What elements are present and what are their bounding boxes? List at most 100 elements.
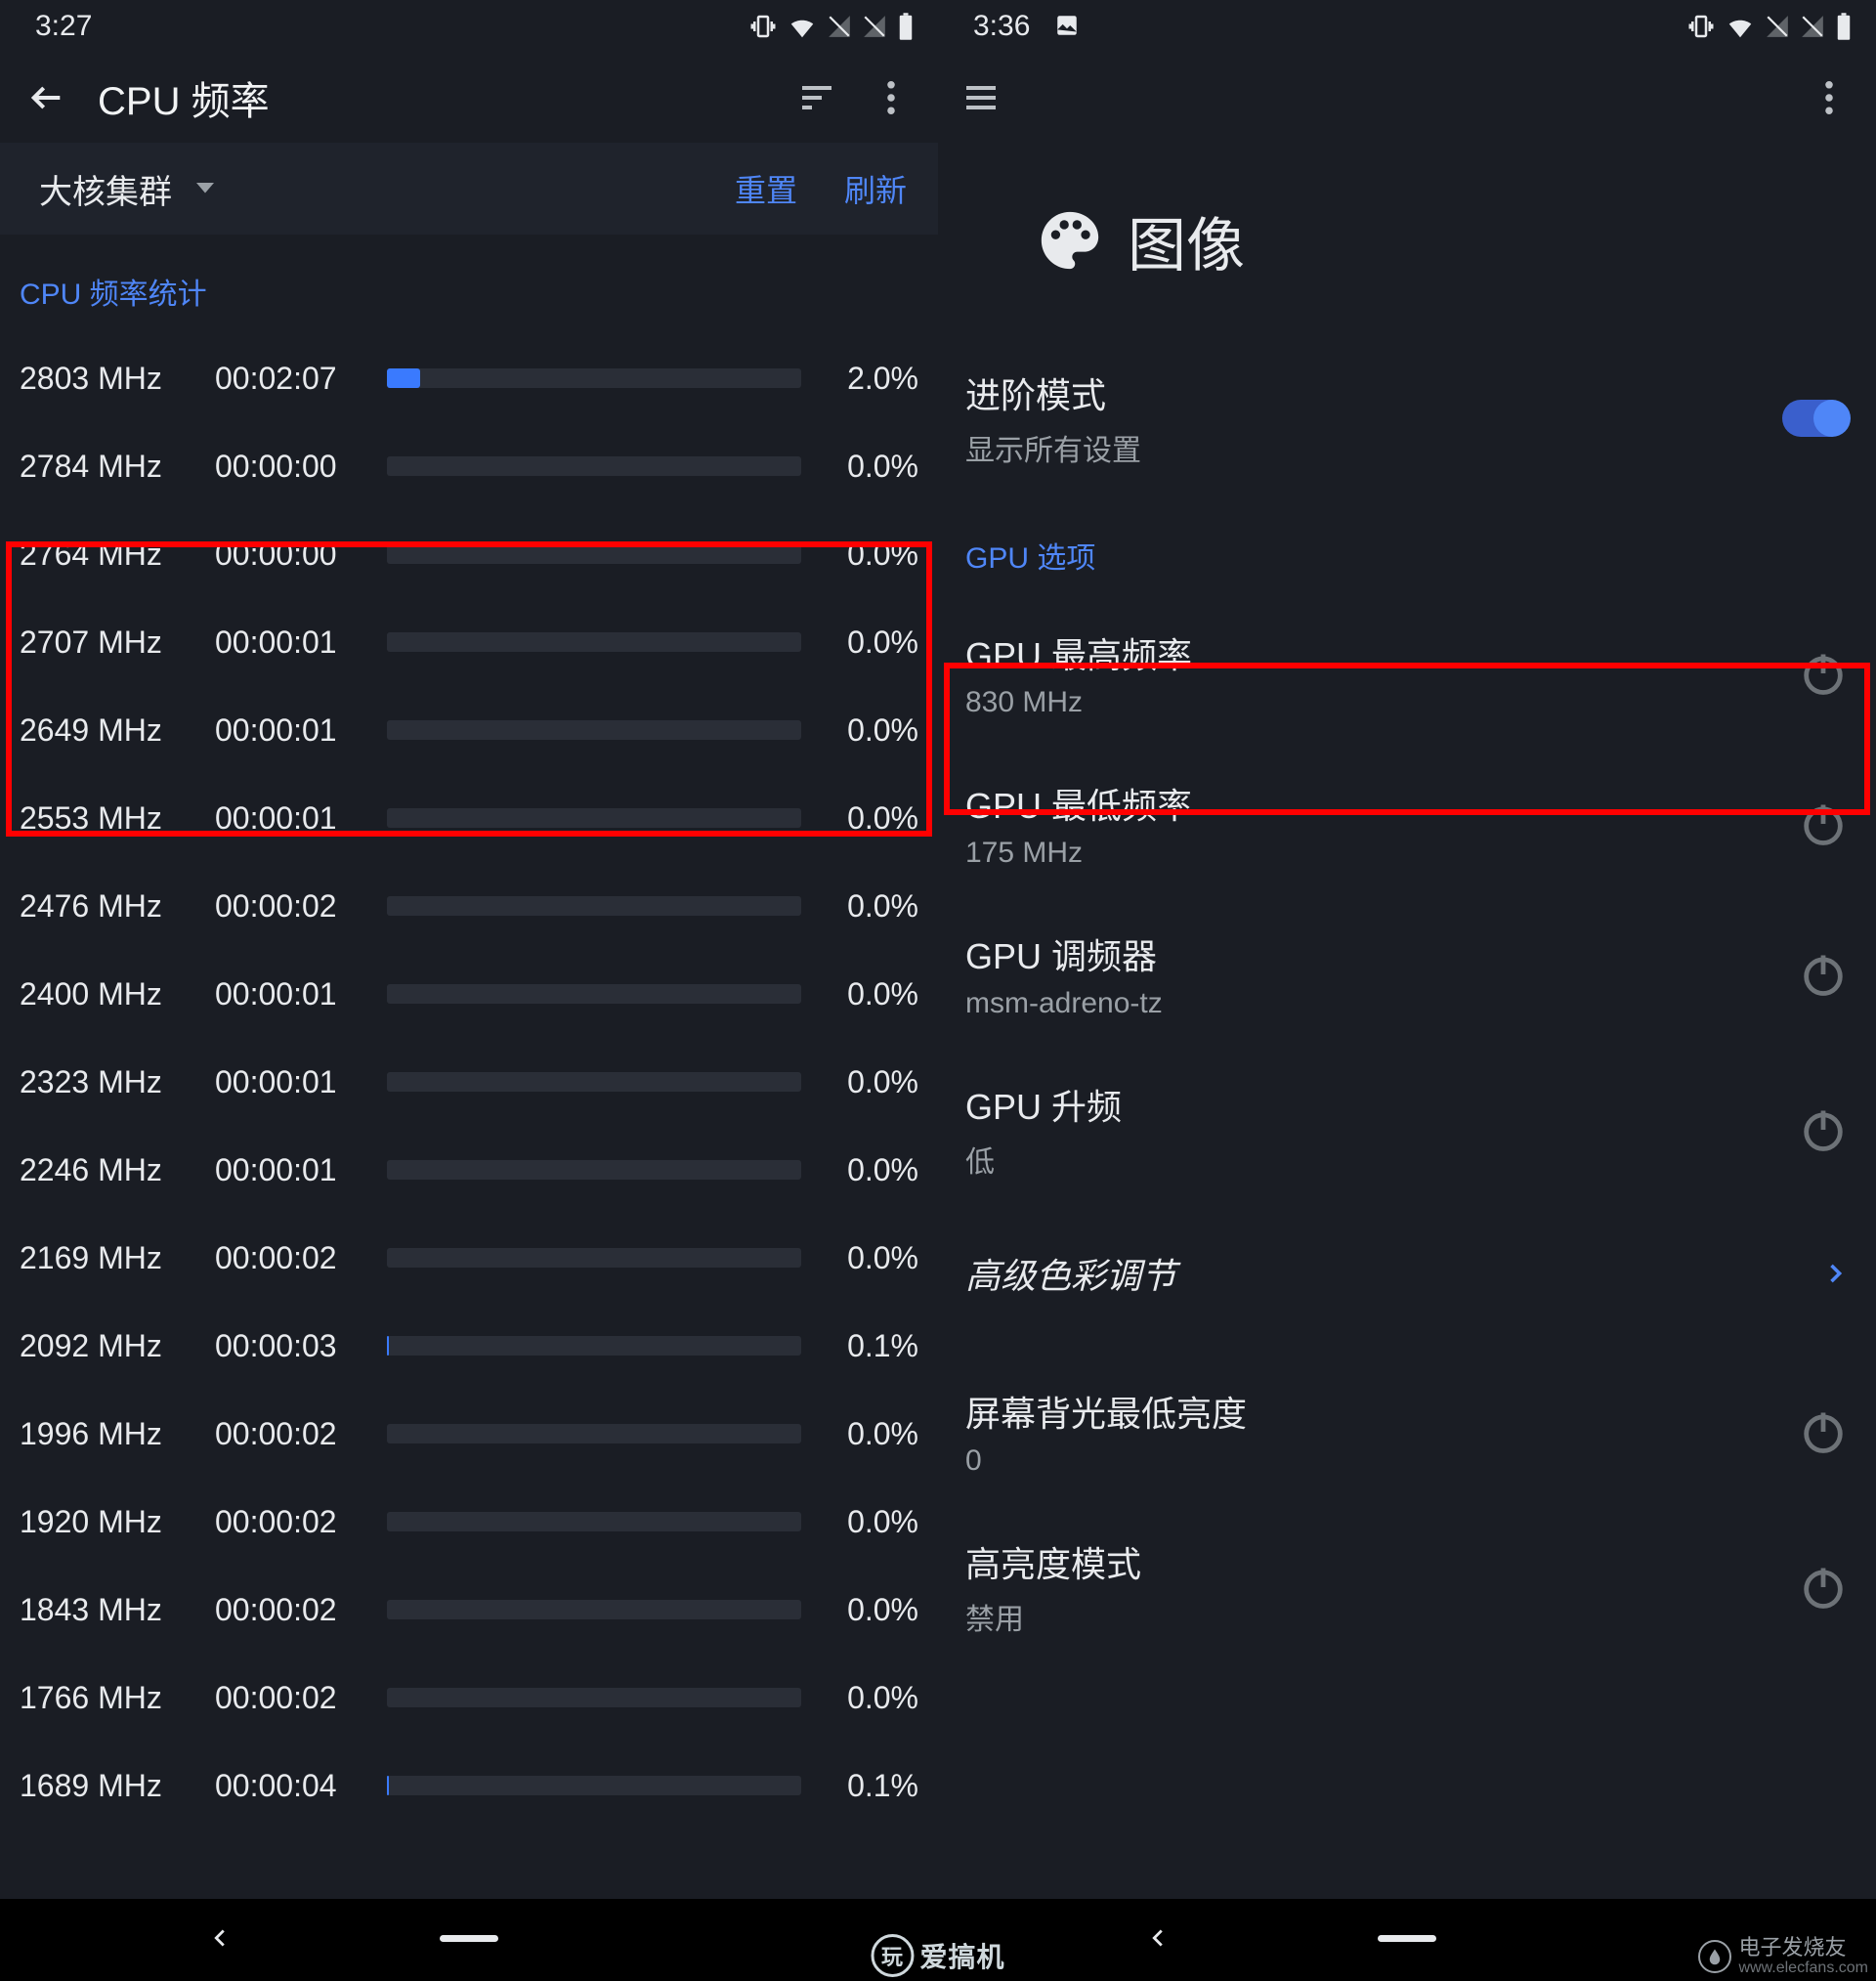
watermark-center: 玩 爱搞机	[871, 1934, 1004, 1977]
back-button[interactable]	[20, 74, 74, 121]
battery-icon	[1835, 12, 1853, 41]
freq-value: 2803 MHz	[20, 361, 215, 397]
frequency-row[interactable]: 2323 MHz00:00:010.0%	[0, 1038, 938, 1126]
usage-bar	[387, 368, 801, 388]
freq-value: 2169 MHz	[20, 1240, 215, 1276]
setting-row[interactable]: 高亮度模式禁用	[938, 1507, 1876, 1667]
pct-value: 0.0%	[825, 624, 918, 661]
frequency-row[interactable]: 1996 MHz00:00:020.0%	[0, 1390, 938, 1478]
page-title: CPU 频率	[98, 69, 793, 126]
power-icon	[1798, 648, 1849, 699]
cluster-dropdown[interactable]: 大核集群	[39, 165, 735, 213]
refresh-button[interactable]: 刷新	[844, 166, 907, 211]
freq-value: 2476 MHz	[20, 888, 215, 925]
pct-value: 0.0%	[825, 1416, 918, 1452]
freq-value: 1689 MHz	[20, 1768, 215, 1804]
freq-value: 2092 MHz	[20, 1328, 215, 1364]
setting-label: GPU 升频	[965, 1079, 1798, 1130]
usage-bar	[387, 808, 801, 828]
drawer-menu-icon[interactable]	[958, 74, 1004, 121]
freq-value: 2246 MHz	[20, 1152, 215, 1188]
screenshot-icon	[1054, 13, 1080, 38]
time-value: 00:02:07	[215, 361, 387, 397]
setting-sub: msm-adreno-tz	[965, 987, 1798, 1020]
freq-value: 2649 MHz	[20, 712, 215, 749]
nav-home-icon[interactable]	[1378, 1931, 1436, 1949]
sort-icon[interactable]	[793, 74, 840, 121]
setting-row[interactable]: GPU 调频器msm-adreno-tz	[938, 899, 1876, 1050]
pct-value: 0.0%	[825, 449, 918, 485]
frequency-row[interactable]: 2707 MHz00:00:010.0%	[0, 598, 938, 686]
nav-back-icon[interactable]	[1143, 1923, 1172, 1958]
setting-row[interactable]: GPU 最高频率830 MHz	[938, 598, 1876, 749]
setting-row[interactable]: 高级色彩调节	[938, 1210, 1876, 1337]
vibrate-icon	[748, 12, 778, 41]
frequency-row[interactable]: 2553 MHz00:00:01 0.0%	[0, 774, 938, 862]
pct-value: 0.0%	[825, 976, 918, 1012]
frequency-row[interactable]: 2476 MHz00:00:020.0%	[0, 862, 938, 950]
app-bar-right	[938, 53, 1876, 143]
pct-value: 0.0%	[825, 800, 918, 837]
status-bar-right: 3:36	[938, 0, 1876, 53]
power-icon	[1798, 1104, 1849, 1155]
usage-bar	[387, 1248, 801, 1268]
freq-value: 2784 MHz	[20, 449, 215, 485]
freq-value: 2707 MHz	[20, 624, 215, 661]
frequency-row[interactable]: 1920 MHz00:00:02 0.0%	[0, 1478, 938, 1566]
setting-sub: 显示所有设置	[965, 426, 1782, 469]
frequency-row[interactable]: 1766 MHz00:00:020.0%	[0, 1654, 938, 1742]
frequency-row[interactable]: 2649 MHz00:00:010.0%	[0, 686, 938, 774]
time-value: 00:00:01	[215, 976, 387, 1012]
frequency-row[interactable]: 2246 MHz00:00:010.0%	[0, 1126, 938, 1214]
frequency-row[interactable]: 1689 MHz00:00:040.1%	[0, 1742, 938, 1830]
toggle-on[interactable]	[1782, 400, 1849, 437]
cpu-frequency-pane: 3:27	[0, 0, 938, 1981]
frequency-row[interactable]: 2784 MHz00:00:000.0%	[0, 422, 938, 510]
frequency-row[interactable]: 2803 MHz00:02:072.0%	[0, 334, 938, 422]
frequency-row[interactable]: 2092 MHz00:00:03 0.1%	[0, 1302, 938, 1390]
setting-label: GPU 最低频率	[965, 778, 1798, 829]
time-value: 00:00:02	[215, 1504, 387, 1540]
wifi-icon	[788, 12, 817, 41]
pct-value: 0.1%	[825, 1328, 918, 1364]
frequency-row[interactable]: 1843 MHz00:00:020.0%	[0, 1566, 938, 1654]
overflow-menu-icon[interactable]	[1806, 74, 1853, 121]
status-time: 3:36	[973, 10, 1080, 43]
nav-back-icon[interactable]	[205, 1923, 234, 1958]
setting-trailing	[1798, 1406, 1849, 1457]
frequency-row[interactable]: 2400 MHz00:00:010.0%	[0, 950, 938, 1038]
overflow-menu-icon[interactable]	[868, 74, 915, 121]
watermark-right: 电子发烧友 www.elecfans.com	[1698, 1936, 1869, 1977]
freq-value: 1996 MHz	[20, 1416, 215, 1452]
signal-disabled-icon	[862, 14, 887, 39]
watermark-logo-icon: 玩	[871, 1934, 914, 1977]
signal-disabled-icon	[1765, 14, 1790, 39]
setting-sub: 低	[965, 1138, 1798, 1181]
system-nav-bar: 玩 爱搞机 电子发烧友 www.elecfans.com	[0, 1899, 1876, 1981]
time-value: 00:00:01	[215, 712, 387, 749]
reset-button[interactable]: 重置	[735, 166, 797, 211]
setting-advanced-mode[interactable]: 进阶模式 显示所有设置	[938, 338, 1876, 498]
pct-value: 0.0%	[825, 1680, 918, 1716]
time-value: 00:00:01	[215, 800, 387, 837]
power-icon	[1798, 1562, 1849, 1613]
pct-value: 0.0%	[825, 537, 918, 573]
setting-row[interactable]: GPU 升频低	[938, 1050, 1876, 1210]
frequency-row[interactable]: 2169 MHz00:00:020.0%	[0, 1214, 938, 1302]
pct-value: 0.0%	[825, 1240, 918, 1276]
frequency-row[interactable]: 2764 MHz00:00:000.0%	[0, 510, 938, 598]
pct-value: 0.0%	[825, 1504, 918, 1540]
time-value: 00:00:03	[215, 1328, 387, 1364]
frequency-list: 2803 MHz00:02:072.0%2784 MHz00:00:000.0%…	[0, 334, 938, 1830]
usage-bar	[387, 720, 801, 740]
setting-sub: 禁用	[965, 1595, 1798, 1638]
nav-home-icon[interactable]	[440, 1931, 498, 1949]
usage-bar	[387, 544, 801, 564]
setting-row[interactable]: GPU 最低频率175 MHz	[938, 749, 1876, 899]
battery-icon	[897, 12, 915, 41]
pct-value: 0.1%	[825, 1768, 918, 1804]
freq-value: 1920 MHz	[20, 1504, 215, 1540]
freq-value: 2553 MHz	[20, 800, 215, 837]
setting-row[interactable]: 屏幕背光最低亮度0	[938, 1357, 1876, 1507]
vibrate-icon	[1686, 12, 1716, 41]
